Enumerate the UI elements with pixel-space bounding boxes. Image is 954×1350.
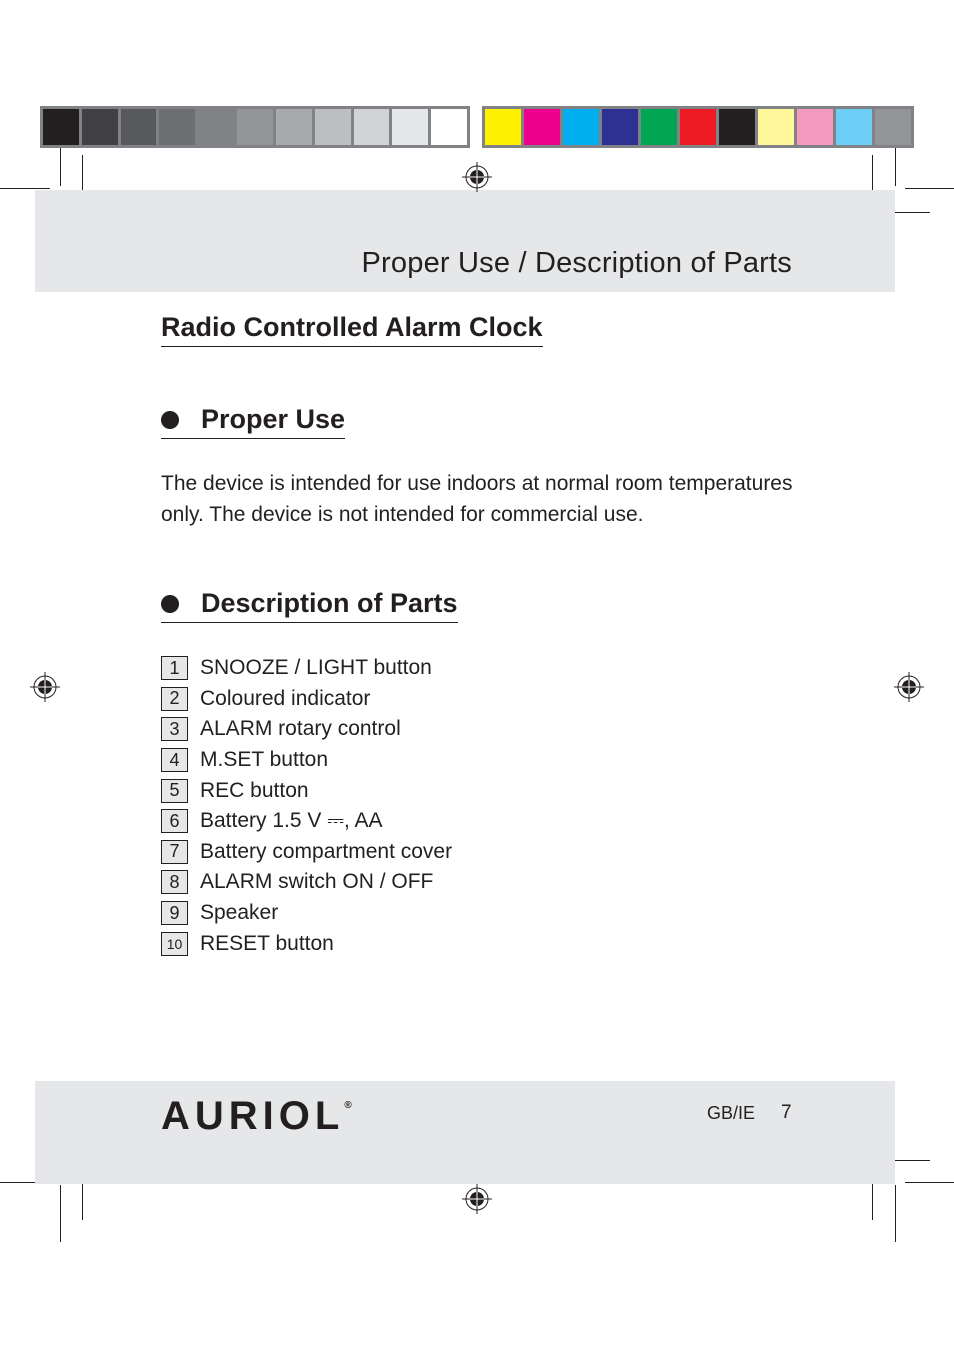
color-swatch [159,109,196,145]
part-number: 9 [161,901,188,926]
color-swatch [602,109,638,145]
proper-use-text: The device is intended for use indoors a… [161,472,793,526]
page-number: 7 [781,1102,792,1123]
part-label: ALARM switch ON / OFF [200,870,434,894]
process-color-bar [482,106,914,148]
part-item: 7 Battery compartment cover [161,837,452,868]
part-number: 1 [161,656,188,681]
color-swatch [392,109,429,145]
part-item: 2 Coloured indicator [161,684,452,715]
color-swatch [353,109,390,145]
crop-mark [905,188,954,189]
color-swatch [81,109,118,145]
part-number: 4 [161,748,188,773]
crop-mark [60,1185,61,1242]
color-swatch [237,109,273,145]
registration-mark-icon [894,672,924,702]
part-label: Battery 1.5 V ⎓, AA [200,809,383,833]
brand-logo: AURIOL® [161,1094,352,1139]
color-swatch [641,109,677,145]
part-label: SNOOZE / LIGHT button [200,656,432,680]
grayscale-color-bar [40,106,470,148]
color-swatch [431,109,467,145]
color-swatch [758,109,794,145]
bullet-icon [161,410,179,429]
part-item: 9 Speaker [161,898,452,929]
crop-mark [905,1182,954,1183]
part-number: 5 [161,778,188,803]
color-swatch [314,109,351,145]
brand-name: AURIOL [161,1094,345,1138]
part-number: 2 [161,686,188,711]
proper-use-heading-text: Proper Use [201,404,346,434]
part-label: Speaker [200,901,279,925]
part-label: REC button [200,778,309,802]
part-number: 8 [161,870,188,895]
part-item: 4 M.SET button [161,745,452,776]
color-swatch [797,109,833,145]
part-item: 5 REC button [161,775,452,806]
part-label: ALARM rotary control [200,717,401,741]
part-number: 7 [161,839,188,864]
part-item: 8 ALARM switch ON / OFF [161,867,452,898]
locale-label: GB/IE [707,1103,756,1123]
color-swatch [485,109,521,145]
part-number: 6 [161,809,188,834]
part-label: Battery compartment cover [200,839,453,863]
color-swatch [875,109,911,145]
part-item: 10 RESET button [161,928,452,959]
part-label: Coloured indicator [200,686,371,710]
color-swatch [680,109,716,145]
registration-mark-icon [462,162,492,192]
color-swatch [198,109,235,145]
part-item: 1 SNOOZE / LIGHT button [161,653,452,684]
color-swatch [563,109,599,145]
bullet-icon [161,594,179,613]
crop-mark [60,148,61,186]
parts-list: 1 SNOOZE / LIGHT button 2 Coloured indicat… [161,653,452,959]
color-swatch [524,109,560,145]
color-swatch [120,109,157,145]
part-label: M.SET button [200,748,329,772]
registration-mark-icon [30,672,60,702]
registration-mark-icon [462,1184,492,1214]
color-swatch [719,109,755,145]
registered-mark: ® [344,1100,352,1111]
proper-use-heading: Proper Use [161,404,346,439]
part-item: 6 Battery 1.5 V ⎓, AA [161,806,452,837]
color-swatch [275,109,312,145]
description-heading-text: Description of Parts [201,588,458,618]
crop-mark [895,1185,896,1242]
part-number: 10 [161,931,188,956]
page-title: Proper Use / Description of Parts [361,247,792,279]
description-heading: Description of Parts [161,588,458,623]
part-item: 3 ALARM rotary control [161,714,452,745]
product-heading: Radio Controlled Alarm Clock [161,312,543,347]
part-number: 3 [161,717,188,742]
crop-mark [0,188,50,189]
part-label: RESET button [200,931,334,955]
crop-mark [895,148,896,186]
color-swatch [836,109,872,145]
color-swatch [43,109,79,145]
